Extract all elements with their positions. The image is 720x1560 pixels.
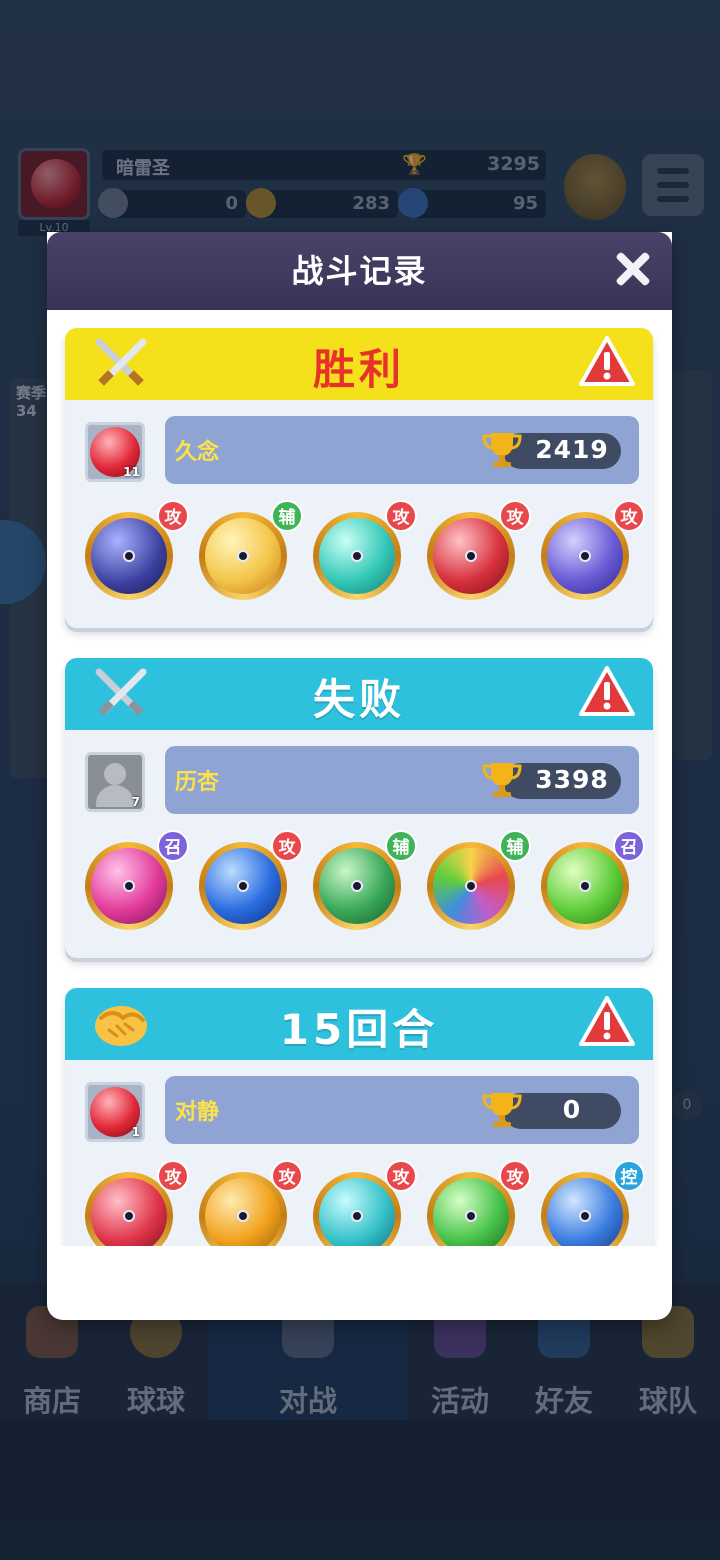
- opponent-lineup: 攻 辅 攻 攻 攻: [83, 500, 645, 610]
- opponent-trophies: 0: [562, 1095, 582, 1124]
- trophy-icon: [482, 763, 522, 797]
- record-header: 失败: [65, 658, 653, 730]
- attack-tag: 攻: [385, 500, 417, 532]
- support-tag: 辅: [271, 500, 303, 532]
- opponent-avatar[interactable]: 11: [85, 422, 145, 482]
- opponent-level: 11: [123, 465, 140, 479]
- report-warning-icon[interactable]: [577, 334, 637, 390]
- opponent-avatar[interactable]: 7: [85, 752, 145, 812]
- opponent-level: 1: [131, 1125, 140, 1139]
- opponent-name: 久念: [175, 440, 220, 465]
- opponent-lineup: 攻 攻 攻 攻 控: [83, 1160, 645, 1246]
- star-circle-ball[interactable]: 召: [539, 830, 645, 932]
- opponent-trophy-pill: 0: [482, 1093, 621, 1129]
- close-icon[interactable]: [610, 246, 656, 292]
- attack-tag: 攻: [613, 500, 645, 532]
- opponent-trophy-pill: 3398: [482, 763, 621, 799]
- result-label: 胜利: [312, 345, 405, 394]
- trophy-icon: [482, 1093, 522, 1127]
- record-body: 11 久念 2419 攻 辅 攻 攻 攻: [65, 400, 653, 628]
- record-header: 胜利: [65, 328, 653, 400]
- opponent-name: 历杏: [175, 770, 220, 795]
- summon-tag: 召: [613, 830, 645, 862]
- rainbow-ball[interactable]: 辅: [425, 830, 531, 932]
- feather-ball[interactable]: 召: [83, 830, 189, 932]
- attack-tag: 攻: [499, 1160, 531, 1192]
- meteor-ball[interactable]: 攻: [83, 500, 189, 602]
- report-warning-icon[interactable]: [577, 664, 637, 720]
- battle-record-modal: 战斗记录 胜利 11 久念 2419 攻 辅 攻 攻 攻 失败 7 历杏 339…: [47, 232, 672, 1320]
- opponent-avatar[interactable]: 1: [85, 1082, 145, 1142]
- modal-title: 战斗记录: [291, 252, 428, 290]
- summon-tag: 召: [157, 830, 189, 862]
- control-tag: 控: [613, 1160, 645, 1192]
- opponent-name: 对静: [175, 1100, 220, 1125]
- modal-header: 战斗记录: [47, 232, 672, 310]
- lightning-ball[interactable]: 攻: [197, 1160, 303, 1246]
- trophy-icon: [482, 433, 522, 467]
- wave-ball[interactable]: 攻: [311, 1160, 417, 1246]
- attack-tag: 攻: [271, 830, 303, 862]
- opponent-info-bar: 对静 0: [165, 1076, 639, 1144]
- fire-ball[interactable]: 攻: [83, 1160, 189, 1246]
- opponent-trophies: 3398: [535, 765, 609, 794]
- snowflake-ball[interactable]: 控: [539, 1160, 645, 1246]
- report-warning-icon[interactable]: [577, 994, 637, 1050]
- attack-tag: 攻: [157, 1160, 189, 1192]
- whirlwind-ball[interactable]: 攻: [311, 500, 417, 602]
- record-header: 15回合: [65, 988, 653, 1060]
- result-label: 失败: [312, 675, 405, 724]
- record-card-lose: 失败 7 历杏 3398 召 攻 辅 辅 召: [65, 658, 653, 958]
- fist-ball[interactable]: 攻: [425, 500, 531, 602]
- opponent-trophies: 2419: [535, 435, 609, 464]
- attack-tag: 攻: [385, 1160, 417, 1192]
- vortex-ball[interactable]: 攻: [197, 830, 303, 932]
- result-label: 15回合: [279, 1005, 439, 1054]
- opponent-level: 7: [131, 795, 140, 809]
- pixel-ball[interactable]: 攻: [539, 500, 645, 602]
- record-card-draw: 15回合 1 对静 0 攻 攻 攻 攻 控: [65, 988, 653, 1246]
- record-card-win: 胜利 11 久念 2419 攻 辅 攻 攻 攻: [65, 328, 653, 628]
- arrow-tree-ball[interactable]: 辅: [311, 830, 417, 932]
- attack-tag: 攻: [271, 1160, 303, 1192]
- support-tag: 辅: [499, 830, 531, 862]
- opponent-trophy-pill: 2419: [482, 433, 621, 469]
- opponent-lineup: 召 攻 辅 辅 召: [83, 830, 645, 940]
- record-body: 1 对静 0 攻 攻 攻 攻 控: [65, 1060, 653, 1246]
- record-body: 7 历杏 3398 召 攻 辅 辅 召: [65, 730, 653, 958]
- support-tag: 辅: [385, 830, 417, 862]
- attack-tag: 攻: [157, 500, 189, 532]
- pumpkin-ball[interactable]: 辅: [197, 500, 303, 602]
- poison-ball[interactable]: 攻: [425, 1160, 531, 1246]
- opponent-info-bar: 历杏 3398: [165, 746, 639, 814]
- opponent-info-bar: 久念 2419: [165, 416, 639, 484]
- attack-tag: 攻: [499, 500, 531, 532]
- record-list[interactable]: 胜利 11 久念 2419 攻 辅 攻 攻 攻 失败 7 历杏 3398 召 攻…: [47, 310, 672, 1246]
